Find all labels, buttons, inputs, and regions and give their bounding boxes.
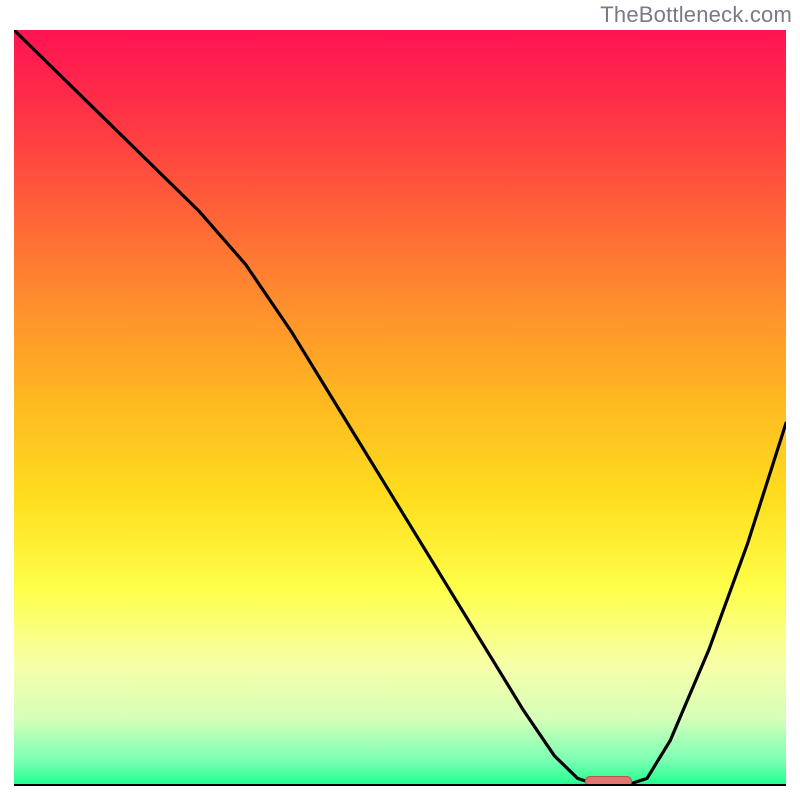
curve-overlay xyxy=(14,30,786,786)
baseline xyxy=(14,784,786,786)
chart-container: TheBottleneck.com xyxy=(0,0,800,800)
watermark-text: TheBottleneck.com xyxy=(600,2,792,28)
bottleneck-curve xyxy=(14,30,786,786)
plot-area xyxy=(14,30,786,786)
